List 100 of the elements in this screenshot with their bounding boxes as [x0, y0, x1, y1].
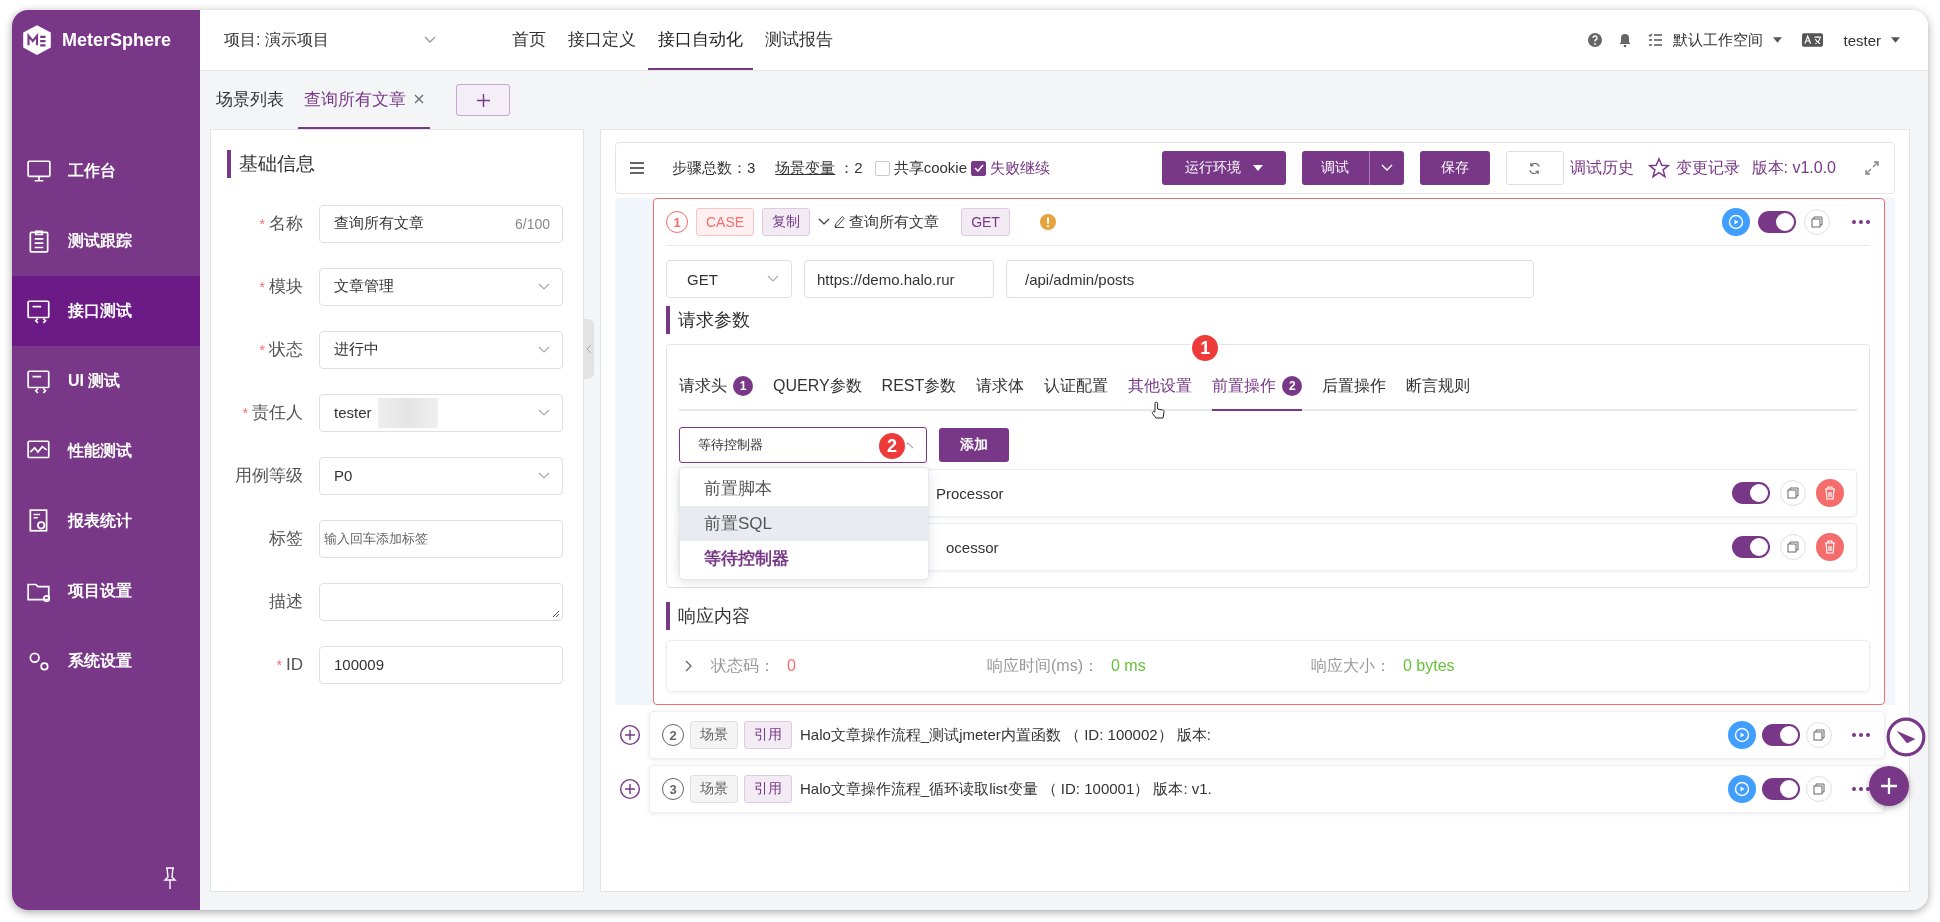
method-tag: GET	[961, 208, 1010, 236]
pin-icon[interactable]	[162, 866, 178, 890]
compass-icon[interactable]	[1885, 716, 1927, 758]
scenario-variables-link[interactable]: 场景变量	[775, 158, 836, 178]
field-label: * 名称	[258, 213, 304, 235]
sidebar-item[interactable]: UI 测试	[12, 346, 200, 416]
status-code-label: 状态码：	[711, 655, 775, 676]
list-icon	[1647, 32, 1664, 48]
select-field[interactable]: 进行中	[319, 330, 563, 369]
response-time-value: 0 ms	[1111, 657, 1147, 675]
section-title: 响应内容	[666, 602, 1870, 630]
callout-marker: 1	[1190, 333, 1221, 363]
copy-icon	[1787, 487, 1799, 499]
enable-toggle[interactable]	[1732, 536, 1770, 558]
debug-history-link[interactable]: 调试历史	[1569, 157, 1634, 179]
request-tab[interactable]: 其他设置	[1128, 363, 1193, 411]
response-size-label: 响应大小：	[1311, 655, 1391, 676]
scenario-tab[interactable]: 场景列表	[210, 71, 290, 129]
request-tab[interactable]: REST参数	[881, 363, 957, 411]
request-tab[interactable]: 请求头 1	[679, 363, 753, 411]
plus-icon	[476, 93, 490, 107]
chevron-down-icon[interactable]	[818, 218, 831, 226]
sidebar-item[interactable]: 性能测试	[12, 416, 200, 486]
sidebar-item[interactable]: 系统设置	[12, 626, 200, 696]
edit-icon[interactable]	[834, 215, 846, 229]
workspace-select[interactable]: 默认工作空间	[1647, 30, 1783, 50]
chevron-down-icon	[538, 282, 550, 291]
run-button[interactable]	[1722, 208, 1750, 236]
chevron-down-icon	[538, 345, 550, 354]
close-icon[interactable]	[414, 94, 424, 104]
project-select[interactable]: 项目: 演示项目	[224, 29, 474, 51]
delete-button[interactable]	[1816, 533, 1844, 561]
dropdown-option[interactable]: 等待控制器	[680, 541, 928, 576]
more-icon[interactable]	[1852, 787, 1870, 791]
continue-on-fail-checkbox[interactable]: 失败继续	[971, 158, 1051, 178]
char-counter: 6/100	[514, 215, 550, 232]
enable-toggle[interactable]	[1758, 211, 1796, 233]
user-menu[interactable]: tester	[1843, 31, 1900, 49]
select-field[interactable]: 文章管理	[319, 267, 563, 306]
enable-toggle[interactable]	[1762, 778, 1800, 800]
request-tab[interactable]: QUERY参数	[773, 363, 862, 411]
menu-icon[interactable]	[630, 162, 644, 174]
share-cookie-checkbox[interactable]: 共享cookie	[874, 158, 968, 178]
field-label: * 状态	[258, 339, 304, 361]
copy-icon	[1811, 216, 1823, 228]
textarea-field[interactable]	[319, 582, 563, 621]
nav-tab[interactable]: 接口自动化	[648, 10, 753, 70]
delete-button[interactable]	[1816, 479, 1844, 507]
dropdown-option[interactable]: 前置脚本	[680, 471, 928, 506]
collapse-handle[interactable]	[584, 319, 594, 379]
enable-toggle[interactable]	[1732, 482, 1770, 504]
more-icon[interactable]	[1852, 220, 1870, 224]
request-tab[interactable]: 请求体	[976, 363, 1025, 411]
request-tab[interactable]: 后置操作	[1322, 363, 1387, 411]
sidebar-item[interactable]: 报表统计	[12, 486, 200, 556]
select-field[interactable]: tester	[319, 393, 563, 432]
sidebar-item[interactable]: 工作台	[12, 136, 200, 206]
save-button[interactable]: 保存	[1419, 151, 1490, 185]
nav-tab[interactable]: 测试报告	[755, 10, 843, 70]
run-button[interactable]	[1728, 721, 1756, 749]
debug-button[interactable]: 调试	[1301, 151, 1370, 185]
request-tab[interactable]: 认证配置	[1044, 363, 1109, 411]
input-field[interactable]: 查询所有文章 6/100	[319, 204, 563, 243]
enable-toggle[interactable]	[1762, 724, 1800, 746]
chevron-right-icon[interactable]	[685, 660, 693, 672]
dropdown-option[interactable]: 前置SQL	[680, 506, 928, 541]
sidebar-item[interactable]: 测试跟踪	[12, 206, 200, 276]
more-icon[interactable]	[1852, 733, 1870, 737]
resize-grip-icon	[552, 609, 560, 618]
fullscreen-icon[interactable]	[1864, 160, 1880, 176]
input-field[interactable]: 100009	[319, 645, 563, 684]
nav-tab[interactable]: 接口定义	[558, 10, 646, 70]
count-badge: 1	[733, 376, 753, 396]
environment-button[interactable]: 运行环境	[1161, 151, 1286, 185]
add-step-icon[interactable]	[619, 724, 641, 746]
path-field[interactable]: /api/admin/posts	[1006, 260, 1534, 298]
field-label: * 责任人	[241, 402, 304, 424]
input-field[interactable]: 输入回车添加标签	[319, 519, 563, 558]
help-icon[interactable]	[1587, 32, 1604, 48]
run-button[interactable]	[1728, 775, 1756, 803]
nav-tab[interactable]: 首页	[502, 10, 556, 70]
step-name: Halo文章操作流程_循环读取list变量 （ ID: 100001） 版本: v1.	[800, 779, 1212, 799]
debug-dropdown-button[interactable]	[1369, 151, 1404, 185]
caret-icon	[1773, 37, 1783, 43]
sidebar-item[interactable]: 接口测试	[12, 276, 200, 346]
add-button[interactable]: 添加	[939, 428, 1009, 462]
field-label: 用例等级	[234, 465, 304, 487]
chevron-down-icon	[538, 408, 550, 417]
method-select[interactable]: GET	[666, 260, 792, 298]
domain-field[interactable]: https://demo.halo.rur	[804, 260, 994, 298]
language-icon[interactable]	[1802, 33, 1824, 47]
add-fab-button[interactable]	[1869, 766, 1909, 806]
trash-icon	[1824, 540, 1836, 554]
select-field[interactable]: P0	[319, 456, 563, 495]
logo-text: MeterSphere	[62, 29, 172, 51]
sidebar-item[interactable]: 项目设置	[12, 556, 200, 626]
request-tab[interactable]: 断言规则	[1406, 363, 1471, 411]
change-log-link[interactable]: 变更记录	[1675, 157, 1740, 179]
add-step-icon[interactable]	[619, 778, 641, 800]
star-icon[interactable]	[1647, 157, 1670, 179]
